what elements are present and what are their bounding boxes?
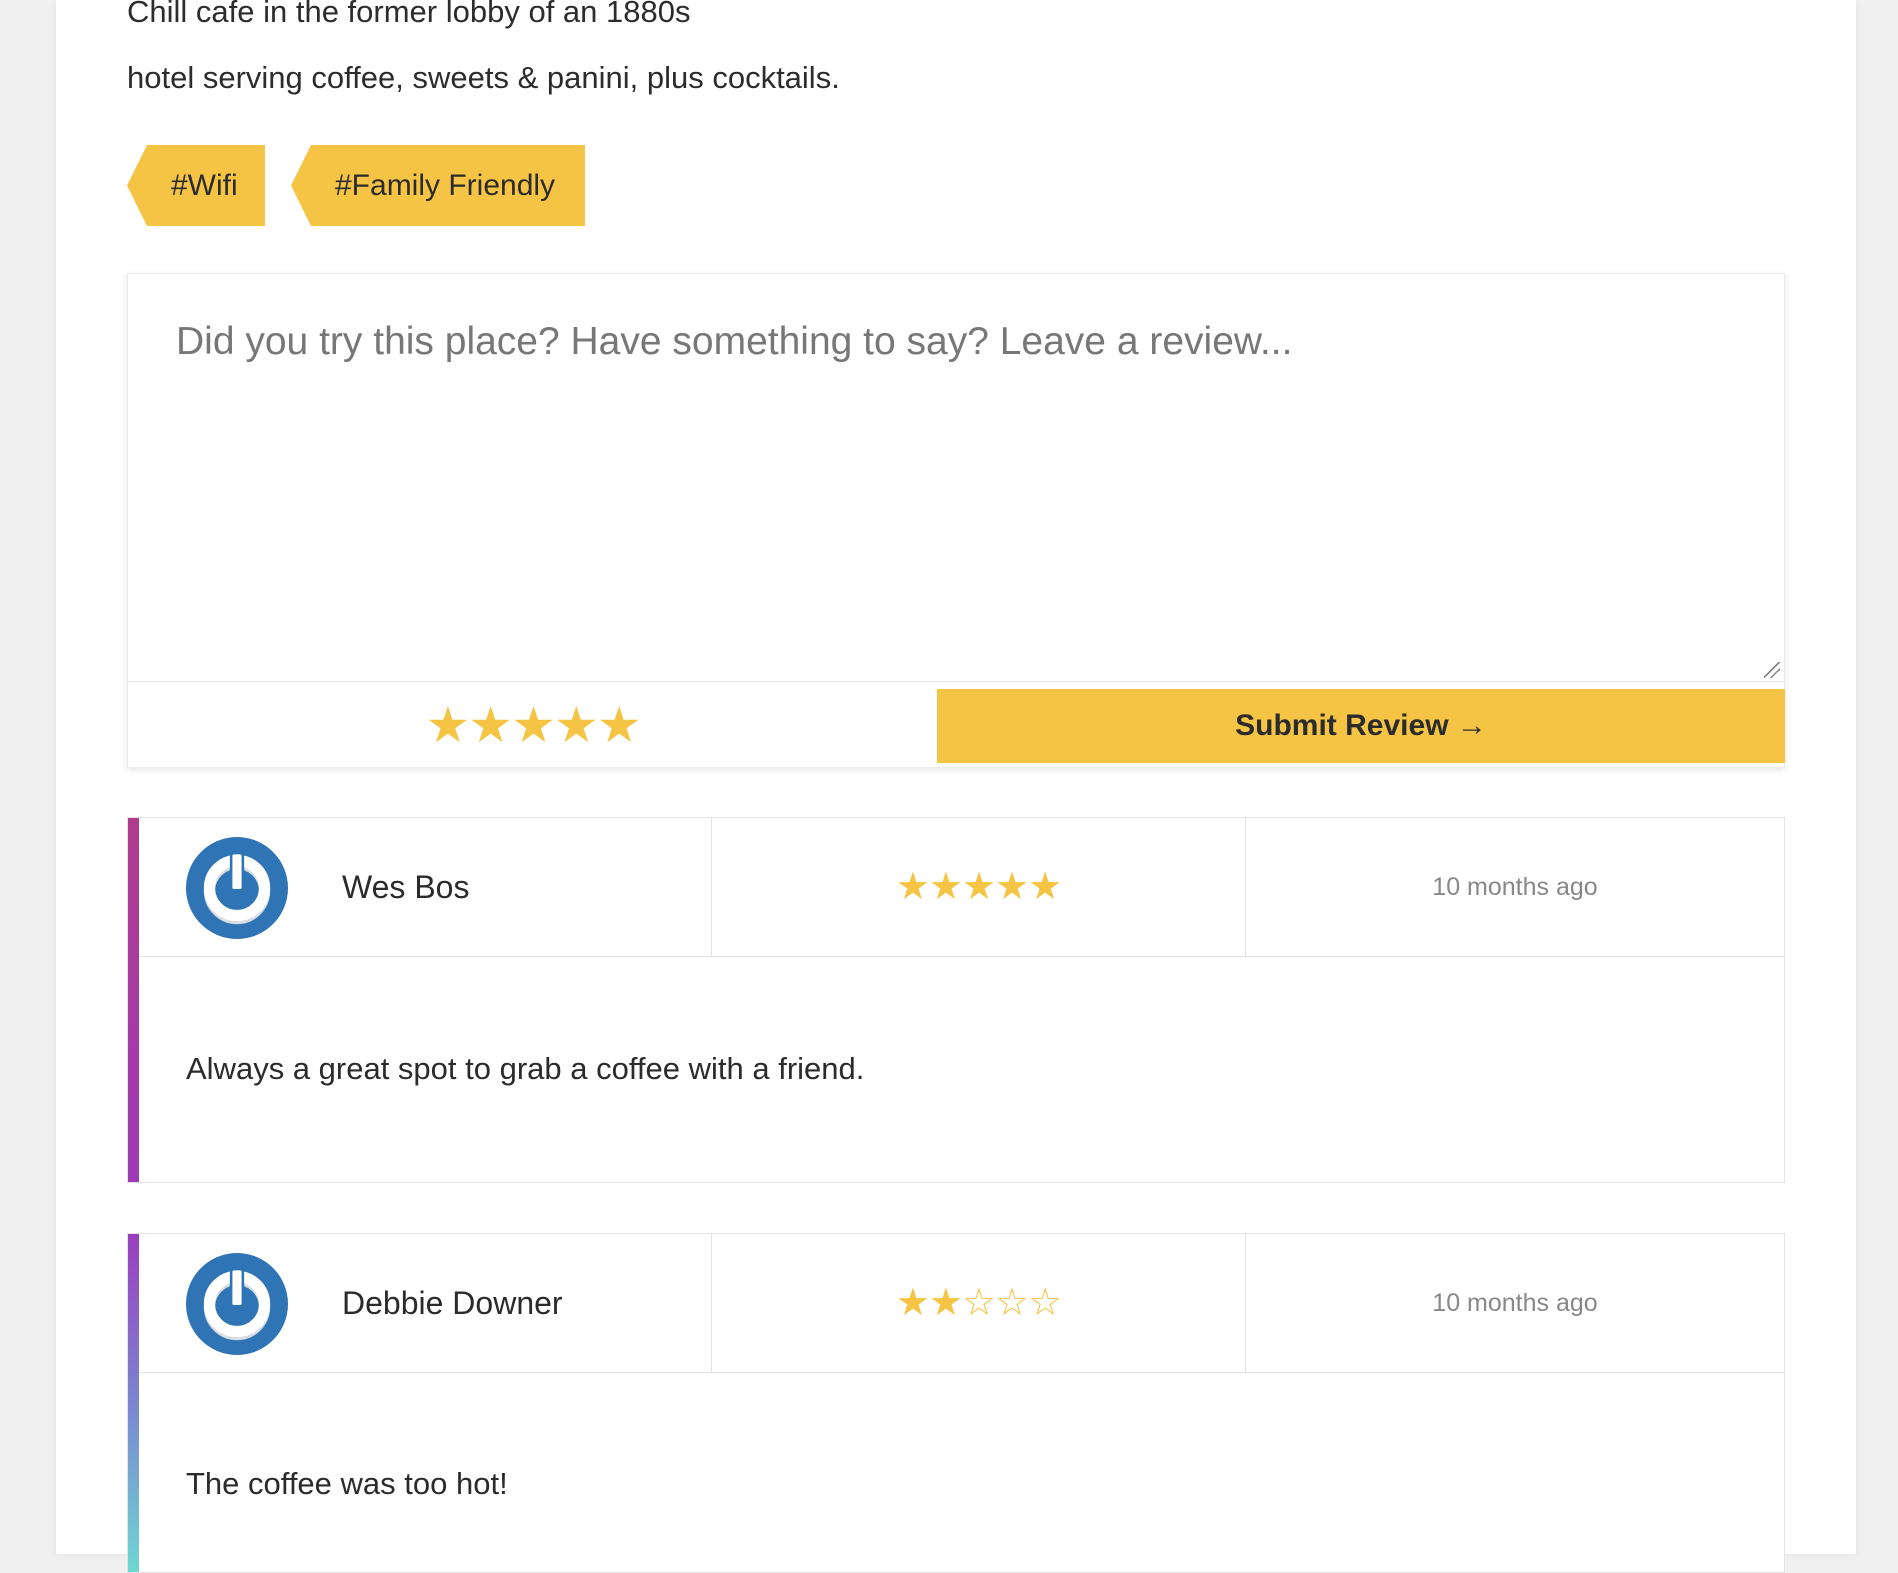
review-rating-stars: ★★☆☆☆ <box>712 1234 1246 1373</box>
review-header: Debbie Downer ★★☆☆☆ 10 months ago <box>139 1234 1784 1373</box>
review-card: Debbie Downer ★★☆☆☆ 10 months ago The co… <box>127 1233 1785 1573</box>
review-text: Always a great spot to grab a coffee wit… <box>186 1051 865 1086</box>
store-description-line-2: hotel serving coffee, sweets & panini, p… <box>127 60 840 95</box>
review-author: Debbie Downer <box>139 1234 712 1373</box>
review-accent-bar <box>128 1234 139 1572</box>
review-textarea[interactable] <box>128 274 1784 682</box>
review-text: The coffee was too hot! <box>186 1466 508 1501</box>
page: Chill cafe in the former lobby of an 188… <box>56 0 1856 1573</box>
avatar-icon <box>186 1253 288 1355</box>
review-rating-stars: ★★★★★ <box>712 818 1246 957</box>
author-name: Debbie Downer <box>342 1285 563 1321</box>
tag-wifi[interactable]: #Wifi <box>127 145 265 226</box>
store-description-line-1: Chill cafe in the former lobby of an 188… <box>127 0 691 29</box>
review-header: Wes Bos ★★★★★ 10 months ago <box>139 818 1784 957</box>
review-timestamp: 10 months ago <box>1432 873 1598 901</box>
review-timestamp: 10 months ago <box>1432 1289 1598 1317</box>
author-name: Wes Bos <box>342 869 470 905</box>
submit-review-button[interactable]: Submit Review → <box>937 689 1785 763</box>
avatar-icon <box>186 837 288 939</box>
review-author: Wes Bos <box>139 818 712 957</box>
review-form: ★★★★★ Submit Review → <box>127 273 1785 768</box>
resize-grip-icon[interactable] <box>1764 662 1780 678</box>
tag-family-friendly[interactable]: #Family Friendly <box>291 145 585 226</box>
review-accent-bar <box>128 818 139 1182</box>
rating-stars-input[interactable]: ★★★★★ <box>128 683 937 767</box>
review-card: Wes Bos ★★★★★ 10 months ago Always a gre… <box>127 817 1785 1183</box>
